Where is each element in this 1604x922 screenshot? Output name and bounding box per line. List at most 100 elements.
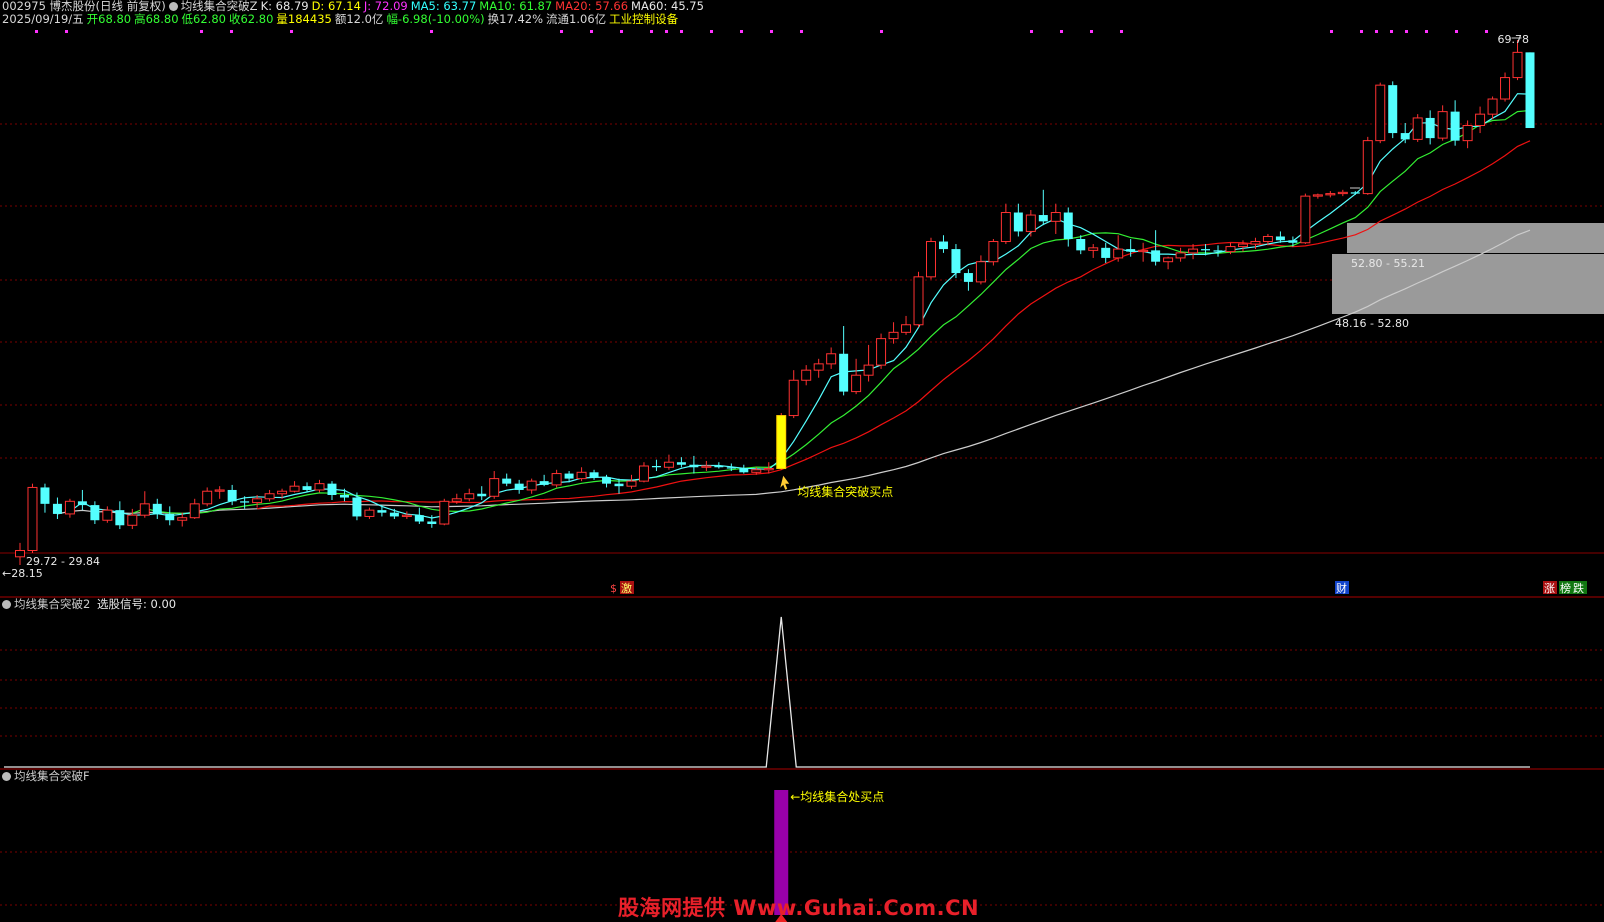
candle: [139, 491, 150, 518]
candle-body: [1126, 249, 1136, 252]
candle-body: [377, 510, 387, 513]
candle: [925, 237, 936, 280]
candle: [526, 478, 537, 494]
candle-body: [90, 505, 100, 521]
candle: [464, 488, 475, 502]
candle: [975, 255, 986, 285]
candle-body: [1388, 85, 1398, 134]
candle-body: [477, 493, 487, 497]
candle-body: [339, 495, 349, 498]
candle: [514, 479, 524, 494]
tag-bang: 榜: [1560, 581, 1571, 595]
candle: [813, 358, 824, 378]
panel3-title: 均线集合突破F: [14, 769, 90, 783]
gap-box-upper: [1347, 223, 1604, 253]
candle: [115, 501, 125, 530]
event-marker: [590, 30, 593, 33]
candle-body: [302, 486, 312, 490]
candle-body: [127, 514, 138, 526]
candle-body: [1138, 249, 1149, 253]
buy-point-label: 均线集合突破买点: [797, 484, 893, 499]
candle-body: [102, 509, 113, 521]
event-marker: [560, 30, 563, 33]
candle-body: [1000, 212, 1011, 243]
candle-body: [1088, 247, 1099, 251]
candle-body: [1262, 235, 1273, 243]
candle: [1487, 96, 1498, 120]
event-marker: [200, 30, 203, 33]
candle: [1101, 242, 1111, 263]
candle-body: [165, 513, 175, 521]
candle: [289, 481, 300, 493]
candle-body: [502, 478, 512, 484]
candle: [1088, 244, 1099, 258]
panel-menu-icon[interactable]: [2, 772, 11, 781]
candle-body: [1437, 111, 1448, 139]
candle-body: [1337, 191, 1348, 195]
candle-body: [427, 521, 437, 525]
candle-body: [264, 493, 275, 500]
candle-body: [676, 462, 686, 465]
candle: [551, 469, 562, 488]
candle: [963, 269, 973, 291]
candle-body: [925, 241, 936, 278]
candle: [539, 474, 549, 487]
candle: [1000, 203, 1011, 245]
candle-body: [602, 477, 612, 484]
candle-body: [975, 261, 986, 283]
candle: [1113, 235, 1124, 262]
candle-body: [189, 503, 200, 519]
panel3-header: 均线集合突破F: [2, 768, 90, 784]
event-marker: [680, 30, 683, 33]
candle-body: [1213, 250, 1223, 252]
candle-body: [1175, 252, 1186, 259]
candle: [1151, 230, 1161, 266]
candle: [202, 487, 213, 507]
panel-menu-icon[interactable]: [2, 600, 11, 609]
candle: [651, 459, 661, 472]
min-price-label: ←28.15: [2, 567, 43, 580]
candle: [689, 455, 699, 474]
event-marker: [35, 30, 38, 33]
event-marker: [230, 30, 233, 33]
candle: [1525, 52, 1535, 129]
candle-body: [539, 481, 549, 485]
candle: [401, 511, 412, 519]
candle-body: [938, 241, 948, 250]
candle-body: [1487, 98, 1498, 115]
candle: [1362, 136, 1373, 195]
candle: [477, 486, 487, 501]
event-marker: [1485, 30, 1488, 33]
candle: [1038, 189, 1048, 226]
candle-body: [1113, 248, 1124, 259]
ma10-line: [132, 109, 1531, 515]
candle: [314, 479, 325, 493]
candle-body: [839, 353, 849, 392]
candle-body: [589, 472, 599, 478]
candle: [1063, 207, 1073, 247]
candle-body: [576, 471, 587, 480]
candle: [439, 498, 450, 526]
candle-body: [813, 363, 824, 371]
candle: [1400, 122, 1410, 144]
candle: [52, 497, 62, 519]
event-marker: [1390, 30, 1393, 33]
candle-body: [1237, 243, 1248, 248]
candle-body: [327, 483, 337, 496]
candle: [64, 498, 75, 518]
candle: [826, 347, 837, 369]
panel2-header: 均线集合突破2 选股信号: 0.00: [2, 596, 176, 612]
candle-body: [1038, 215, 1048, 222]
candle: [90, 501, 100, 525]
event-marker: [620, 30, 623, 33]
candle: [502, 473, 512, 487]
candle: [364, 507, 375, 519]
candle-body: [240, 501, 250, 503]
candle-body: [27, 486, 38, 551]
candle: [1126, 239, 1136, 257]
gap2-label: 52.80 - 55.21: [1351, 257, 1425, 270]
candle: [1163, 256, 1174, 270]
candle-body: [40, 487, 50, 504]
candle-body: [863, 364, 874, 376]
price-chart-canvas[interactable]: 均线集合突破买点 69.78 ←28.1529.72 - 29.84 48.16 - …: [0, 0, 1604, 922]
